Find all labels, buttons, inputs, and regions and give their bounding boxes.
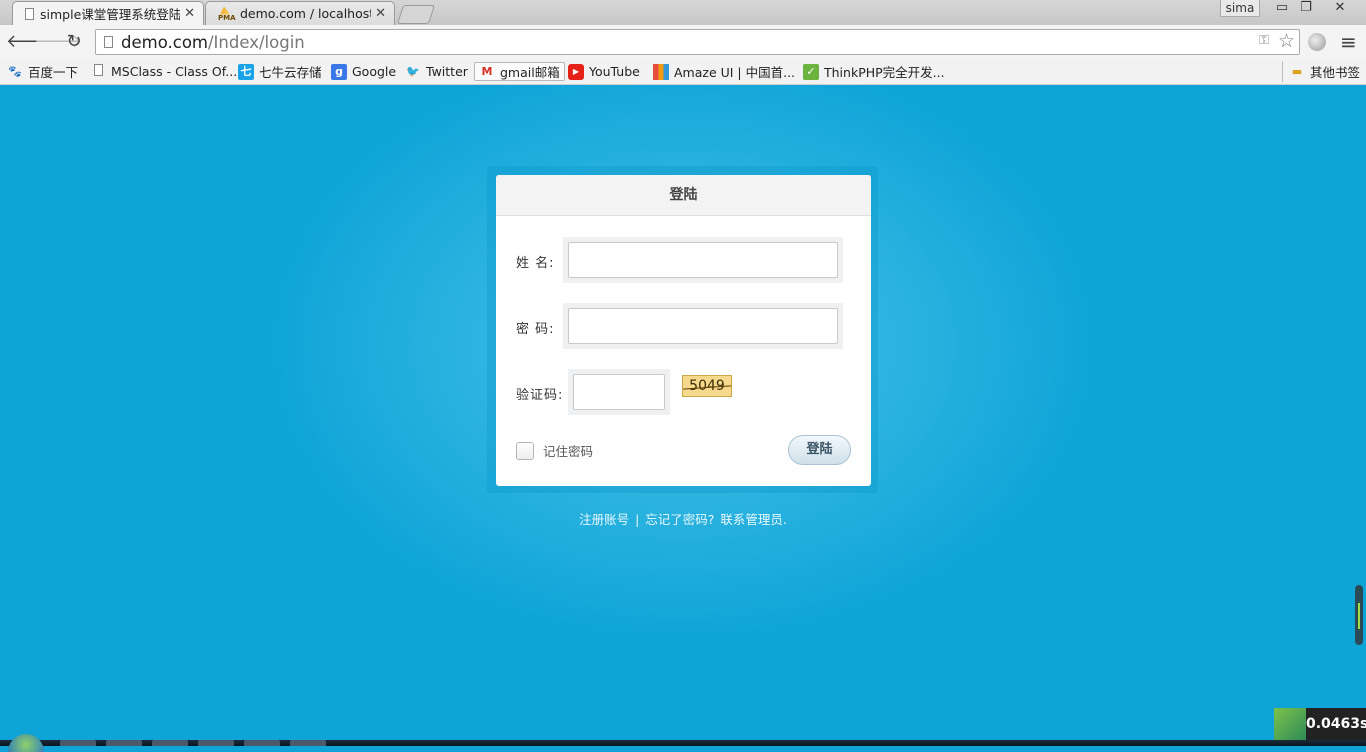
menu-icon[interactable]: ≡ bbox=[1340, 30, 1357, 54]
browser-toolbar: 🡐 🡒 ↻ demo.com/Index/login ⚿ ☆ ≡ bbox=[0, 25, 1366, 60]
bookmark-gmail[interactable]: M gmail邮箱 bbox=[474, 62, 565, 81]
scroll-handle[interactable] bbox=[1355, 585, 1363, 645]
new-tab-button[interactable] bbox=[396, 5, 436, 24]
key-icon[interactable]: ⚿ bbox=[1259, 33, 1269, 48]
name-field-wrap bbox=[563, 237, 843, 283]
bookmark-baidu[interactable]: 🐾 百度一下 bbox=[7, 62, 78, 81]
phpmyadmin-icon: PMA bbox=[218, 7, 236, 22]
tab-title: demo.com / localhost / bbox=[240, 6, 372, 21]
extension-icon[interactable] bbox=[1308, 33, 1326, 51]
bookmark-qiniu[interactable]: 七 七牛云存储 bbox=[238, 62, 322, 81]
page-background: 登陆 姓 名: 密 码: 验证码: 5049 记住密码 登陆 注册账号 | 忘记… bbox=[0, 85, 1366, 740]
minimize-icon[interactable]: ▭ bbox=[1270, 0, 1294, 17]
amazeui-icon bbox=[653, 63, 669, 80]
remember-password-option[interactable]: 记住密码 bbox=[516, 441, 593, 460]
address-bar[interactable]: demo.com/Index/login ⚿ ☆ bbox=[95, 29, 1300, 55]
bookmark-amazeui[interactable]: Amaze UI | 中国首... bbox=[653, 62, 795, 81]
footer-separator: | bbox=[635, 512, 640, 527]
forward-arrow-icon[interactable]: 🡒 bbox=[34, 30, 82, 54]
tab-phpmyadmin[interactable]: PMA demo.com / localhost / ✕ bbox=[205, 1, 395, 25]
remember-checkbox[interactable] bbox=[516, 441, 534, 460]
taskbar-item[interactable] bbox=[106, 740, 142, 746]
document-icon bbox=[90, 63, 106, 80]
url-text[interactable]: demo.com/Index/login bbox=[121, 33, 305, 52]
name-input[interactable] bbox=[568, 242, 838, 278]
qiniu-icon: 七 bbox=[238, 63, 254, 80]
name-label: 姓 名: bbox=[516, 256, 555, 271]
bookmark-label: 百度一下 bbox=[28, 65, 79, 80]
twitter-bird-icon: 🐦 bbox=[406, 64, 420, 78]
close-tab-icon[interactable]: ✕ bbox=[375, 6, 386, 21]
bookmark-label: Twitter bbox=[426, 64, 468, 79]
bookmark-label: Amaze UI | 中国首... bbox=[674, 65, 796, 80]
bookmark-label: Google bbox=[352, 64, 397, 79]
captcha-image[interactable]: 5049 bbox=[682, 375, 732, 397]
reload-icon[interactable]: ↻ bbox=[63, 30, 85, 54]
bookmark-label: gmail邮箱 bbox=[500, 65, 560, 80]
taskbar-item[interactable] bbox=[290, 740, 326, 746]
restore-icon[interactable]: ❐ bbox=[1294, 0, 1318, 17]
bookmark-label: 其他书签 bbox=[1310, 65, 1361, 80]
captcha-label: 验证码: bbox=[516, 388, 564, 403]
back-arrow-icon[interactable]: 🡐 bbox=[6, 30, 54, 54]
bookmark-twitter[interactable]: 🐦 Twitter bbox=[405, 62, 468, 81]
thinkphp-icon: ✓ bbox=[803, 63, 819, 80]
login-panel: 登陆 姓 名: 密 码: 验证码: 5049 记住密码 登陆 bbox=[496, 175, 871, 486]
login-title: 登陆 bbox=[496, 175, 871, 216]
profile-user-badge[interactable]: sima bbox=[1220, 0, 1260, 17]
taskbar-item[interactable] bbox=[152, 740, 188, 746]
password-field-wrap bbox=[563, 303, 843, 349]
taskbar-item[interactable] bbox=[244, 740, 280, 746]
forgot-password-text[interactable]: 忘记了密码? bbox=[645, 512, 714, 527]
bookmark-msclass[interactable]: MSClass - Class Of... bbox=[90, 62, 237, 81]
bookmark-google[interactable]: g Google bbox=[331, 62, 396, 81]
other-bookmarks-folder[interactable]: ▬ 其他书签 bbox=[1289, 62, 1360, 81]
password-input[interactable] bbox=[568, 308, 838, 344]
tab-login[interactable]: simple课堂管理系统登陆 ✕ bbox=[12, 1, 204, 25]
contact-admin-text: 联系管理员. bbox=[720, 512, 787, 527]
tab-title: simple课堂管理系统登陆 bbox=[40, 7, 181, 22]
remember-label: 记住密码 bbox=[543, 444, 594, 459]
page-trace-badge[interactable]: 0.0463s bbox=[1274, 708, 1366, 740]
gmail-icon: M bbox=[481, 64, 493, 78]
google-icon: g bbox=[331, 63, 347, 80]
register-link[interactable]: 注册账号 bbox=[579, 512, 629, 527]
os-taskbar bbox=[0, 734, 1366, 752]
login-button[interactable]: 登陆 bbox=[788, 435, 851, 465]
bookmark-label: YouTube bbox=[589, 64, 640, 79]
document-icon bbox=[25, 7, 34, 20]
bookmark-youtube[interactable]: ▶ YouTube bbox=[568, 62, 640, 81]
taskbar-item[interactable] bbox=[60, 740, 96, 746]
captcha-input[interactable] bbox=[573, 374, 665, 410]
browser-titlebar: simple课堂管理系统登陆 ✕ PMA demo.com / localhos… bbox=[0, 0, 1366, 25]
folder-icon: ▬ bbox=[1291, 64, 1303, 78]
bookmarks-bar: 🐾 百度一下 MSClass - Class Of... 七 七牛云存储 g G… bbox=[0, 59, 1366, 85]
bookmark-star-icon[interactable]: ☆ bbox=[1278, 30, 1295, 52]
baidu-paw-icon: 🐾 bbox=[8, 64, 22, 78]
captcha-field-wrap bbox=[568, 369, 670, 415]
login-footer-links: 注册账号 | 忘记了密码? 联系管理员. bbox=[0, 509, 1366, 528]
bookmarks-separator bbox=[1282, 61, 1283, 82]
page-load-time: 0.0463s bbox=[1306, 708, 1366, 740]
close-tab-icon[interactable]: ✕ bbox=[184, 6, 195, 21]
bookmark-label: MSClass - Class Of... bbox=[111, 64, 238, 79]
thinkphp-trace-icon bbox=[1274, 708, 1306, 740]
page-icon bbox=[104, 36, 113, 48]
bookmark-thinkphp[interactable]: ✓ ThinkPHP完全开发... bbox=[803, 62, 945, 81]
youtube-icon: ▶ bbox=[568, 63, 584, 80]
bookmark-label: 七牛云存储 bbox=[259, 65, 322, 80]
password-label: 密 码: bbox=[516, 322, 555, 337]
taskbar-item[interactable] bbox=[198, 740, 234, 746]
close-window-icon[interactable]: ✕ bbox=[1328, 0, 1352, 17]
bookmark-label: ThinkPHP完全开发... bbox=[824, 65, 945, 80]
